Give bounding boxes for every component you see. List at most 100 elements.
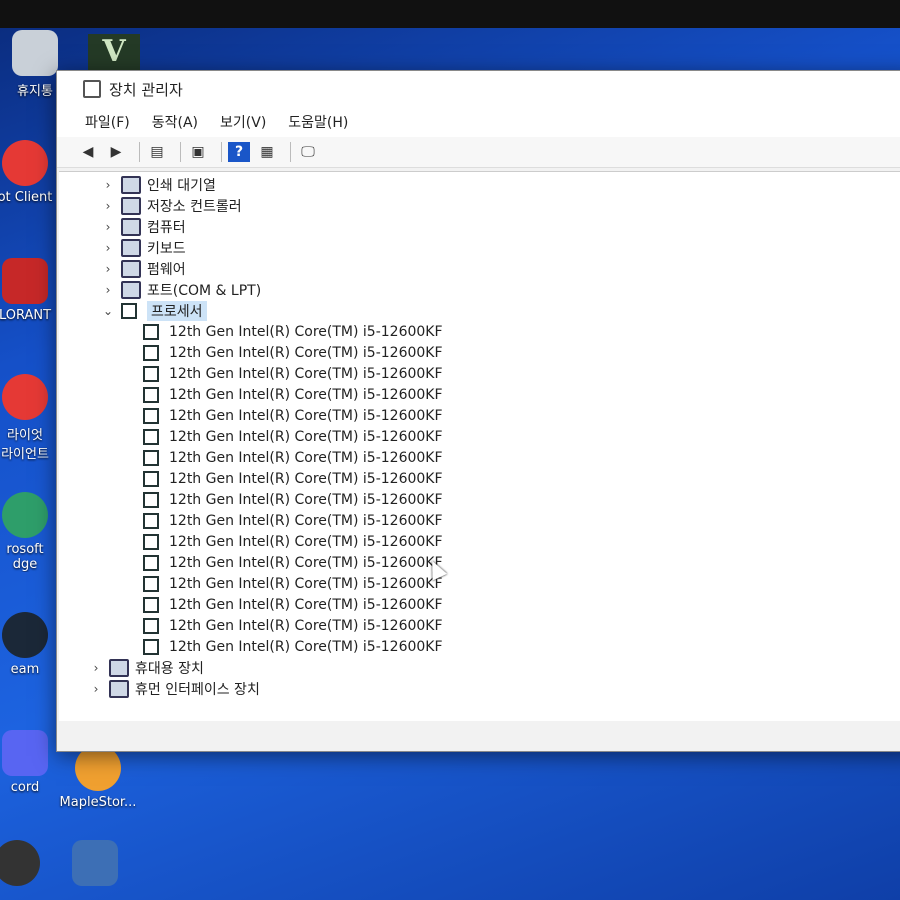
processor-icon <box>143 596 159 613</box>
processor-item[interactable]: 12th Gen Intel(R) Core(TM) i5-12600KF <box>143 636 900 657</box>
processor-item[interactable]: 12th Gen Intel(R) Core(TM) i5-12600KF <box>143 384 900 405</box>
processor-icon <box>143 575 159 592</box>
processor-label: 12th Gen Intel(R) Core(TM) i5-12600KF <box>169 638 443 655</box>
desktop-icon-pubg[interactable] <box>0 840 52 890</box>
forward-arrow-icon[interactable]: ▶ <box>105 142 127 162</box>
processor-item[interactable]: 12th Gen Intel(R) Core(TM) i5-12600KF <box>143 405 900 426</box>
back-arrow-icon[interactable]: ◀ <box>77 142 99 162</box>
processor-icon <box>143 533 159 550</box>
menu-action[interactable]: 동작(A) <box>152 112 198 132</box>
view-resources-icon[interactable]: ▦ <box>256 142 278 162</box>
tree-node-label: 휴먼 인터페이스 장치 <box>135 681 260 698</box>
desktop-icon-label: LORANT <box>0 308 52 323</box>
tree-node-label: 프로세서 <box>147 300 207 321</box>
processor-item[interactable]: 12th Gen Intel(R) Core(TM) i5-12600KF <box>143 447 900 468</box>
tree-node-keyboard[interactable]: › 키보드 <box>99 237 900 258</box>
tree-node-firmware[interactable]: › 펌웨어 <box>99 258 900 279</box>
processor-item[interactable]: 12th Gen Intel(R) Core(TM) i5-12600KF <box>143 510 900 531</box>
processor-item[interactable]: 12th Gen Intel(R) Core(TM) i5-12600KF <box>143 342 900 363</box>
processor-item[interactable]: 12th Gen Intel(R) Core(TM) i5-12600KF <box>143 615 900 636</box>
desktop-icon-label: 라이엇 라이언트 <box>1 428 49 462</box>
desktop-icon-steam[interactable]: eam <box>0 612 60 677</box>
processor-icon <box>121 302 137 319</box>
keyboard-icon <box>121 238 141 257</box>
processor-label: 12th Gen Intel(R) Core(TM) i5-12600KF <box>169 554 443 571</box>
help-icon[interactable]: ? <box>228 142 250 162</box>
processor-label: 12th Gen Intel(R) Core(TM) i5-12600KF <box>169 365 443 382</box>
tree-node-label: 키보드 <box>147 240 186 257</box>
toolbar-separator <box>139 142 140 162</box>
tree-node-label: 컴퓨터 <box>147 219 186 236</box>
processor-label: 12th Gen Intel(R) Core(TM) i5-12600KF <box>169 386 443 403</box>
toolbar-separator <box>290 142 291 162</box>
processor-label: 12th Gen Intel(R) Core(TM) i5-12600KF <box>169 449 443 466</box>
processor-label: 12th Gen Intel(R) Core(TM) i5-12600KF <box>169 491 443 508</box>
processor-item[interactable]: 12th Gen Intel(R) Core(TM) i5-12600KF <box>143 552 900 573</box>
processor-item[interactable]: 12th Gen Intel(R) Core(TM) i5-12600KF <box>143 321 900 342</box>
tree-node-label: 휴대용 장치 <box>135 660 204 677</box>
desktop-icon-game[interactable] <box>60 840 130 890</box>
properties-icon[interactable]: ▤ <box>146 142 168 162</box>
processor-label: 12th Gen Intel(R) Core(TM) i5-12600KF <box>169 344 443 361</box>
menu-view[interactable]: 보기(V) <box>220 112 266 132</box>
desktop-icon-edge[interactable]: rosoft dge <box>0 492 60 572</box>
hid-icon <box>109 679 129 698</box>
desktop-icon-riot-client[interactable]: ot Client <box>0 140 60 205</box>
window-titlebar[interactable]: 장치 관리자 <box>57 71 900 107</box>
processor-icon <box>143 428 159 445</box>
processor-item[interactable]: 12th Gen Intel(R) Core(TM) i5-12600KF <box>143 489 900 510</box>
processor-icon <box>143 407 159 424</box>
chevron-right-icon[interactable]: › <box>87 682 105 696</box>
menu-help[interactable]: 도움말(H) <box>288 112 348 132</box>
device-tree: › 인쇄 대기열 › 저장소 컨트롤러 › 컴퓨터 › 키보드 › 펌웨어 › … <box>59 171 900 721</box>
edge-icon <box>2 492 48 538</box>
processor-item[interactable]: 12th Gen Intel(R) Core(TM) i5-12600KF <box>143 531 900 552</box>
tree-node-processors[interactable]: ⌄ 프로세서 <box>99 300 900 321</box>
tree-node-computer[interactable]: › 컴퓨터 <box>99 216 900 237</box>
chevron-down-icon[interactable]: ⌄ <box>99 304 117 318</box>
desktop-icon-riot-client-2[interactable]: 라이엇 라이언트 <box>0 374 60 462</box>
riot-client-icon <box>2 374 48 420</box>
chevron-right-icon[interactable]: › <box>99 199 117 213</box>
processor-label: 12th Gen Intel(R) Core(TM) i5-12600KF <box>169 428 443 445</box>
chevron-right-icon[interactable]: › <box>99 241 117 255</box>
tree-node-print-queue[interactable]: › 인쇄 대기열 <box>99 174 900 195</box>
desktop-icon-label: cord <box>10 780 40 795</box>
processor-list: 12th Gen Intel(R) Core(TM) i5-12600KF 12… <box>99 321 900 657</box>
processor-icon <box>143 512 159 529</box>
chevron-right-icon[interactable]: › <box>99 262 117 276</box>
window-title: 장치 관리자 <box>109 80 183 99</box>
firmware-icon <box>121 259 141 278</box>
computer-icon <box>121 217 141 236</box>
tree-node-ports[interactable]: › 포트(COM & LPT) <box>99 279 900 300</box>
tree-node-portable-devices[interactable]: › 휴대용 장치 <box>87 657 900 678</box>
port-icon <box>121 280 141 299</box>
processor-icon <box>143 491 159 508</box>
chevron-right-icon[interactable]: › <box>87 661 105 675</box>
game-icon <box>72 840 118 886</box>
menu-file[interactable]: 파일(F) <box>85 112 130 132</box>
desktop-icon-discord[interactable]: cord <box>0 730 60 795</box>
tree-node-storage-controllers[interactable]: › 저장소 컨트롤러 <box>99 195 900 216</box>
desktop-icon-label: eam <box>10 662 40 677</box>
processor-icon <box>143 470 159 487</box>
chevron-right-icon[interactable]: › <box>99 283 117 297</box>
tree-node-hid[interactable]: › 휴먼 인터페이스 장치 <box>87 678 900 699</box>
gta-v-icon[interactable]: V <box>88 34 140 70</box>
processor-item[interactable]: 12th Gen Intel(R) Core(TM) i5-12600KF <box>143 363 900 384</box>
processor-item[interactable]: 12th Gen Intel(R) Core(TM) i5-12600KF <box>143 426 900 447</box>
tree-node-label: 인쇄 대기열 <box>147 177 216 194</box>
processor-item[interactable]: 12th Gen Intel(R) Core(TM) i5-12600KF <box>143 594 900 615</box>
monitor-icon[interactable]: 🖵 <box>297 142 319 162</box>
chevron-right-icon[interactable]: › <box>99 220 117 234</box>
processor-item[interactable]: 12th Gen Intel(R) Core(TM) i5-12600KF <box>143 573 900 594</box>
desktop-icon-maplestory[interactable]: MapleStor... <box>58 745 138 810</box>
printer-icon <box>121 175 141 194</box>
desktop-icon-valorant[interactable]: LORANT <box>0 258 60 323</box>
storage-icon <box>121 196 141 215</box>
processor-label: 12th Gen Intel(R) Core(TM) i5-12600KF <box>169 596 443 613</box>
processor-item[interactable]: 12th Gen Intel(R) Core(TM) i5-12600KF <box>143 468 900 489</box>
chevron-right-icon[interactable]: › <box>99 178 117 192</box>
monitor-bezel <box>0 0 900 28</box>
update-driver-icon[interactable]: ▣ <box>187 142 209 162</box>
